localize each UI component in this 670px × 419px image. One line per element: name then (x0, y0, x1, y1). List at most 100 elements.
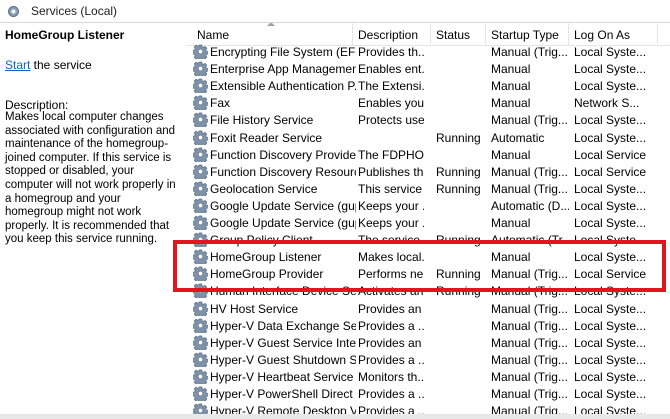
service-row[interactable]: Extensible Authentication P... The Extens… (186, 77, 670, 94)
start-service-link[interactable]: Start (5, 58, 30, 72)
extended-pane: HomeGroup Listener Start the service Des… (0, 23, 186, 419)
service-name: Hyper-V Guest Service Inter... (210, 335, 356, 350)
column-header-name[interactable]: Name (197, 28, 229, 42)
service-row[interactable]: HomeGroup Provider Performs ne... Running M… (186, 265, 670, 282)
selected-service-name: HomeGroup Listener (5, 28, 125, 42)
service-name: Hyper-V Data Exchange Ser... (210, 318, 356, 333)
service-row[interactable]: Hyper-V Guest Service Inter... Provides a… (186, 334, 670, 351)
service-status: Running (436, 267, 481, 282)
gear-icon (193, 284, 208, 299)
description-text: Makes local computer changes associated … (5, 111, 176, 246)
service-row[interactable]: HomeGroup Listener Makes local... Manual Lo… (186, 248, 670, 265)
service-row[interactable]: Hyper-V Heartbeat Service Monitors th... M… (186, 368, 670, 385)
column-divider[interactable] (657, 23, 658, 45)
service-startup-type: Manual (Trig... (491, 113, 568, 128)
service-log-on-as: Local Syste... (574, 335, 647, 350)
service-description: Enables you... (358, 96, 424, 111)
service-row[interactable]: Human Interface Device Ser... Activates a… (186, 282, 670, 299)
service-row[interactable]: Google Update Service (gup... Keeps your … (186, 197, 670, 214)
service-row[interactable]: Function Discovery Provide...The FDPHO..… (186, 146, 670, 163)
service-name: Google Update Service (gup... (210, 198, 356, 213)
service-startup-type: Manual (491, 147, 531, 162)
services-icon (8, 6, 19, 17)
window-title: Services (Local) (31, 4, 118, 18)
service-row[interactable]: Hyper-V Data Exchange Ser... Provides a .… (186, 317, 670, 334)
service-description: This service ... (358, 181, 424, 196)
service-description: The Extensi... (358, 79, 424, 94)
service-row[interactable]: Hyper-V PowerShell Direct ... Provides a … (186, 385, 670, 402)
service-startup-type: Manual (Trig... (491, 181, 568, 196)
service-log-on-as: Local Syste... (574, 216, 647, 230)
service-log-on-as: Local Syste... (574, 352, 647, 367)
horizontal-scrollbar[interactable] (0, 414, 670, 419)
service-name: Hyper-V Guest Shutdown S... (210, 352, 356, 367)
service-startup-type: Manual (Trig... (491, 284, 568, 299)
column-header-description[interactable]: Description (358, 28, 418, 42)
service-status: Running (436, 164, 481, 179)
column-divider[interactable] (485, 23, 486, 45)
service-description: Keeps your ... (358, 216, 424, 230)
service-startup-type: Manual (Trig... (491, 301, 568, 316)
service-description: Activates an... (358, 284, 424, 299)
service-log-on-as: Local Syste... (574, 387, 647, 401)
service-startup-type: Manual (Trig... (491, 267, 568, 282)
column-header-startup-type[interactable]: Startup Type (491, 28, 559, 42)
service-name: Foxit Reader Service (210, 130, 323, 145)
service-status: Running (436, 181, 481, 196)
service-name: Google Update Service (gup... (210, 216, 356, 230)
gear-icon (193, 232, 208, 248)
column-header-status[interactable]: Status (436, 28, 470, 42)
service-startup-type: Automatic (D... (491, 198, 569, 213)
service-row[interactable]: Encrypting File System (EFS) Provides th.… (186, 43, 670, 60)
gear-icon (193, 147, 208, 162)
service-row[interactable]: Function Discovery Resourc... Publishes t… (186, 163, 670, 180)
service-log-on-as: Local Syste... (574, 318, 647, 333)
service-log-on-as: Local Syste... (574, 198, 647, 213)
service-log-on-as: Local Syste... (574, 62, 647, 77)
service-log-on-as: Local Syste... (574, 130, 647, 145)
service-description: Keeps your ... (358, 198, 424, 213)
column-divider[interactable] (430, 23, 431, 45)
service-row[interactable]: Hyper-V Guest Shutdown S... Provides a ..… (186, 351, 670, 368)
service-startup-type: Automatic (491, 130, 545, 145)
service-row[interactable]: File History Service Protects use... Manua… (186, 111, 670, 128)
service-row[interactable]: Foxit Reader Service Running Automatic Loca… (186, 129, 670, 146)
service-name: Enterprise App Managemen... (210, 62, 356, 77)
service-startup-type: Manual (491, 62, 531, 77)
service-name: Extensible Authentication P... (210, 79, 356, 94)
title-bar: Services (Local) (0, 0, 670, 23)
service-log-on-as: Local Syste... (574, 250, 647, 265)
service-startup-type: Manual (Trig... (491, 45, 568, 59)
service-row[interactable]: Fax Enables you... Manual Network S... (186, 94, 670, 111)
service-row[interactable]: HV Host Service Provides an ... Manual (Tr… (186, 300, 670, 317)
service-name: Fax (210, 96, 231, 111)
service-description: The FDPHO... (358, 147, 424, 162)
service-log-on-as: Local Syste... (574, 301, 647, 316)
start-service-suffix: the service (30, 58, 92, 72)
service-name: Human Interface Device Ser... (210, 284, 356, 299)
service-startup-type: Manual (Trig... (491, 352, 568, 367)
service-row[interactable]: Group Policy Client The service i... Runni… (186, 231, 670, 248)
service-name: Function Discovery Resourc... (210, 164, 356, 179)
service-log-on-as: Local Service (574, 164, 647, 179)
service-log-on-as: Local Syste... (574, 233, 647, 248)
service-description: Protects use... (358, 113, 424, 128)
service-description: Performs ne... (358, 267, 424, 282)
column-divider[interactable] (568, 23, 569, 45)
column-divider[interactable] (352, 23, 353, 45)
service-name: File History Service (210, 113, 314, 128)
gear-icon (193, 164, 208, 179)
service-log-on-as: Local Syste... (574, 79, 647, 94)
service-description: Provides a ... (358, 318, 424, 333)
gear-icon (193, 249, 208, 265)
gear-icon (193, 215, 208, 230)
service-row[interactable]: Google Update Service (gup... Keeps your … (186, 214, 670, 231)
gear-icon (193, 352, 208, 367)
service-name: Geolocation Service (210, 181, 318, 196)
column-header-log-on-as[interactable]: Log On As (574, 28, 630, 42)
gear-icon (193, 61, 208, 77)
service-name: Hyper-V Heartbeat Service (210, 369, 354, 384)
service-row[interactable]: Geolocation Service This service ... Runni… (186, 180, 670, 197)
service-row[interactable]: Enterprise App Managemen...Enables ent..… (186, 60, 670, 77)
service-name: Hyper-V PowerShell Direct ... (210, 387, 356, 401)
